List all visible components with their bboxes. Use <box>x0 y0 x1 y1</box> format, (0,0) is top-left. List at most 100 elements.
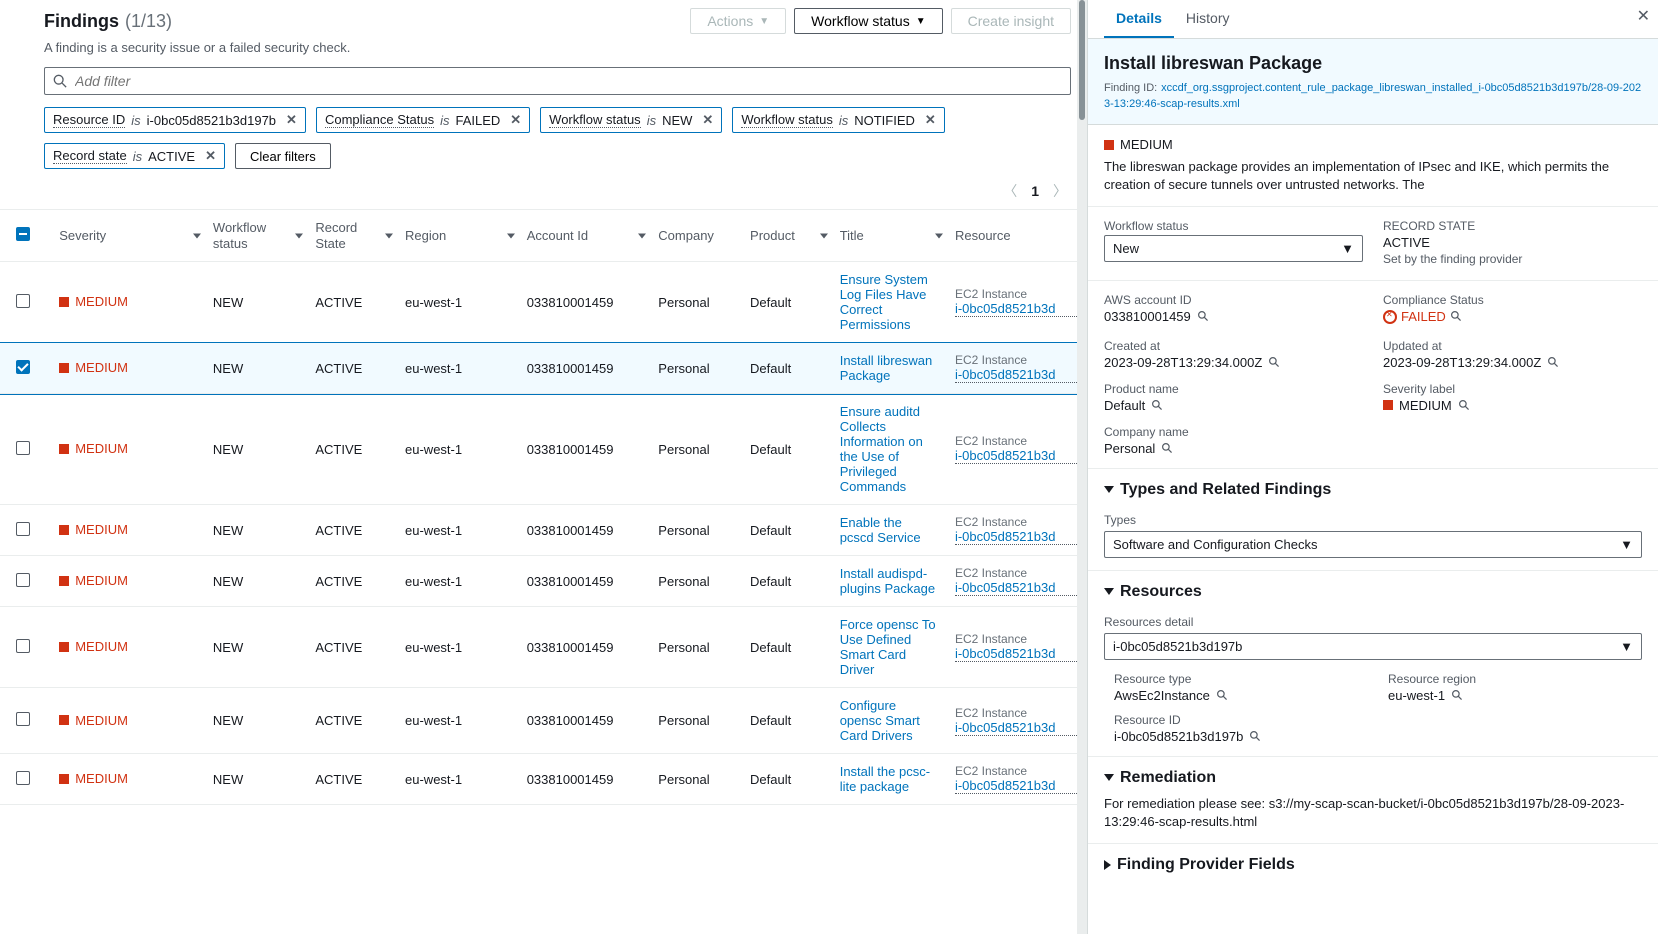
filter-chip[interactable]: Resource ID is i-0bc05d8521b3d197b✕ <box>44 107 306 133</box>
col-title[interactable]: Title <box>832 210 947 262</box>
magnifier-icon[interactable] <box>1197 310 1210 323</box>
magnifier-icon[interactable] <box>1458 399 1471 412</box>
chip-remove-icon[interactable]: ✕ <box>205 148 216 164</box>
tab-history[interactable]: History <box>1174 0 1242 38</box>
finding-title-link[interactable]: Enable the pcscd Service <box>840 515 921 545</box>
finding-title-link[interactable]: Install audispd-plugins Package <box>840 566 935 596</box>
resource-id-link[interactable]: i-0bc05d8521b3d <box>955 646 1079 662</box>
table-row[interactable]: MEDIUM NEW ACTIVE eu-west-1 033810001459… <box>0 754 1087 805</box>
remediation-section-toggle[interactable]: Remediation <box>1104 769 1642 787</box>
table-row[interactable]: MEDIUM NEW ACTIVE eu-west-1 033810001459… <box>0 505 1087 556</box>
col-region[interactable]: Region <box>397 210 519 262</box>
magnifier-icon[interactable] <box>1216 689 1229 702</box>
resource-id-link[interactable]: i-0bc05d8521b3d <box>955 580 1079 596</box>
chip-remove-icon[interactable]: ✕ <box>510 112 521 128</box>
cell-product: Default <box>742 688 832 754</box>
magnifier-icon[interactable] <box>1268 356 1281 369</box>
filter-input-container[interactable] <box>44 67 1071 95</box>
chip-remove-icon[interactable]: ✕ <box>702 112 713 128</box>
clear-filters-button[interactable]: Clear filters <box>235 143 331 169</box>
resource-id-link[interactable]: i-0bc05d8521b3d <box>955 720 1079 736</box>
resource-id-link[interactable]: i-0bc05d8521b3d <box>955 778 1079 794</box>
tab-details[interactable]: Details <box>1104 0 1174 38</box>
filter-input[interactable] <box>75 73 1062 89</box>
col-account[interactable]: Account Id <box>519 210 651 262</box>
table-row[interactable]: MEDIUM NEW ACTIVE eu-west-1 033810001459… <box>0 556 1087 607</box>
caret-down-icon: ▼ <box>1341 241 1354 256</box>
row-checkbox[interactable] <box>16 712 30 726</box>
resources-section-toggle[interactable]: Resources <box>1104 583 1642 601</box>
filter-chip[interactable]: Record state is ACTIVE✕ <box>44 143 225 169</box>
magnifier-icon[interactable] <box>1450 310 1463 323</box>
col-severity[interactable]: Severity <box>51 210 205 262</box>
triangle-down-icon <box>1104 588 1114 595</box>
remediation-text: For remediation please see: s3://my-scap… <box>1104 795 1642 831</box>
finding-title-link[interactable]: Install libreswan Package <box>840 353 933 383</box>
types-select[interactable]: Software and Configuration Checks ▼ <box>1104 531 1642 558</box>
finding-id-link[interactable]: xccdf_org.ssgproject.content_rule_packag… <box>1104 82 1641 110</box>
row-checkbox[interactable] <box>16 360 30 374</box>
col-product[interactable]: Product <box>742 210 832 262</box>
chip-field: Compliance Status <box>325 112 434 128</box>
severity-badge: MEDIUM <box>59 713 128 728</box>
finding-title-link[interactable]: Ensure System Log Files Have Correct Per… <box>840 272 928 332</box>
magnifier-icon[interactable] <box>1151 399 1164 412</box>
provider-section-toggle[interactable]: Finding Provider Fields <box>1104 856 1642 874</box>
close-icon[interactable]: ✕ <box>1637 6 1650 26</box>
table-row[interactable]: MEDIUM NEW ACTIVE eu-west-1 033810001459… <box>0 262 1087 343</box>
filter-chip[interactable]: Workflow status is NEW✕ <box>540 107 722 133</box>
actions-button[interactable]: Actions▼ <box>690 8 786 34</box>
finding-title-link[interactable]: Configure opensc Smart Card Drivers <box>840 698 920 743</box>
resource-id-link[interactable]: i-0bc05d8521b3d <box>955 301 1079 317</box>
types-section-toggle[interactable]: Types and Related Findings <box>1104 481 1642 499</box>
resource-type: EC2 Instance <box>955 566 1079 580</box>
workflow-status-button[interactable]: Workflow status▼ <box>794 8 942 34</box>
select-all-checkbox[interactable] <box>16 227 30 241</box>
row-checkbox[interactable] <box>16 573 30 587</box>
row-checkbox[interactable] <box>16 771 30 785</box>
col-record-state[interactable]: Record State <box>307 210 397 262</box>
table-row[interactable]: MEDIUM NEW ACTIVE eu-west-1 033810001459… <box>0 343 1087 394</box>
cell-workflow: NEW <box>205 754 307 805</box>
next-page-button[interactable]: 〉 <box>1053 181 1067 201</box>
row-checkbox[interactable] <box>16 639 30 653</box>
severity-badge: MEDIUM <box>59 360 128 375</box>
sort-icon <box>295 233 303 238</box>
chip-remove-icon[interactable]: ✕ <box>286 112 297 128</box>
table-row[interactable]: MEDIUM NEW ACTIVE eu-west-1 033810001459… <box>0 688 1087 754</box>
prev-page-button[interactable]: 〈 <box>1003 181 1017 201</box>
aws-account-value: 033810001459 <box>1104 309 1191 324</box>
page-number: 1 <box>1031 183 1039 199</box>
table-row[interactable]: MEDIUM NEW ACTIVE eu-west-1 033810001459… <box>0 607 1087 688</box>
chip-remove-icon[interactable]: ✕ <box>925 112 936 128</box>
cell-workflow: NEW <box>205 262 307 343</box>
resource-id-link[interactable]: i-0bc05d8521b3d <box>955 529 1079 545</box>
table-row[interactable]: MEDIUM NEW ACTIVE eu-west-1 033810001459… <box>0 394 1087 505</box>
workflow-status-select[interactable]: New ▼ <box>1104 235 1363 262</box>
row-checkbox[interactable] <box>16 294 30 308</box>
magnifier-icon[interactable] <box>1547 356 1560 369</box>
cell-company: Personal <box>650 607 742 688</box>
finding-title-link[interactable]: Install the pcsc-lite package <box>840 764 930 794</box>
resource-id-link[interactable]: i-0bc05d8521b3d <box>955 448 1079 464</box>
resource-id-link[interactable]: i-0bc05d8521b3d <box>955 367 1079 383</box>
chip-field: Resource ID <box>53 112 125 128</box>
magnifier-icon[interactable] <box>1451 689 1464 702</box>
create-insight-button[interactable]: Create insight <box>951 8 1071 34</box>
col-resource[interactable]: Resource <box>947 210 1087 262</box>
chip-value: ACTIVE <box>148 149 195 164</box>
row-checkbox[interactable] <box>16 441 30 455</box>
magnifier-icon[interactable] <box>1161 442 1174 455</box>
finding-title-link[interactable]: Ensure auditd Collects Information on th… <box>840 404 923 494</box>
cell-workflow: NEW <box>205 556 307 607</box>
resources-detail-select[interactable]: i-0bc05d8521b3d197b ▼ <box>1104 633 1642 660</box>
filter-chip[interactable]: Workflow status is NOTIFIED✕ <box>732 107 944 133</box>
cell-region: eu-west-1 <box>397 754 519 805</box>
caret-down-icon: ▼ <box>916 16 926 27</box>
finding-title-link[interactable]: Force opensc To Use Defined Smart Card D… <box>840 617 936 677</box>
col-company[interactable]: Company <box>650 210 742 262</box>
magnifier-icon[interactable] <box>1249 730 1262 743</box>
filter-chip[interactable]: Compliance Status is FAILED✕ <box>316 107 530 133</box>
row-checkbox[interactable] <box>16 522 30 536</box>
col-workflow[interactable]: Workflow status <box>205 210 307 262</box>
